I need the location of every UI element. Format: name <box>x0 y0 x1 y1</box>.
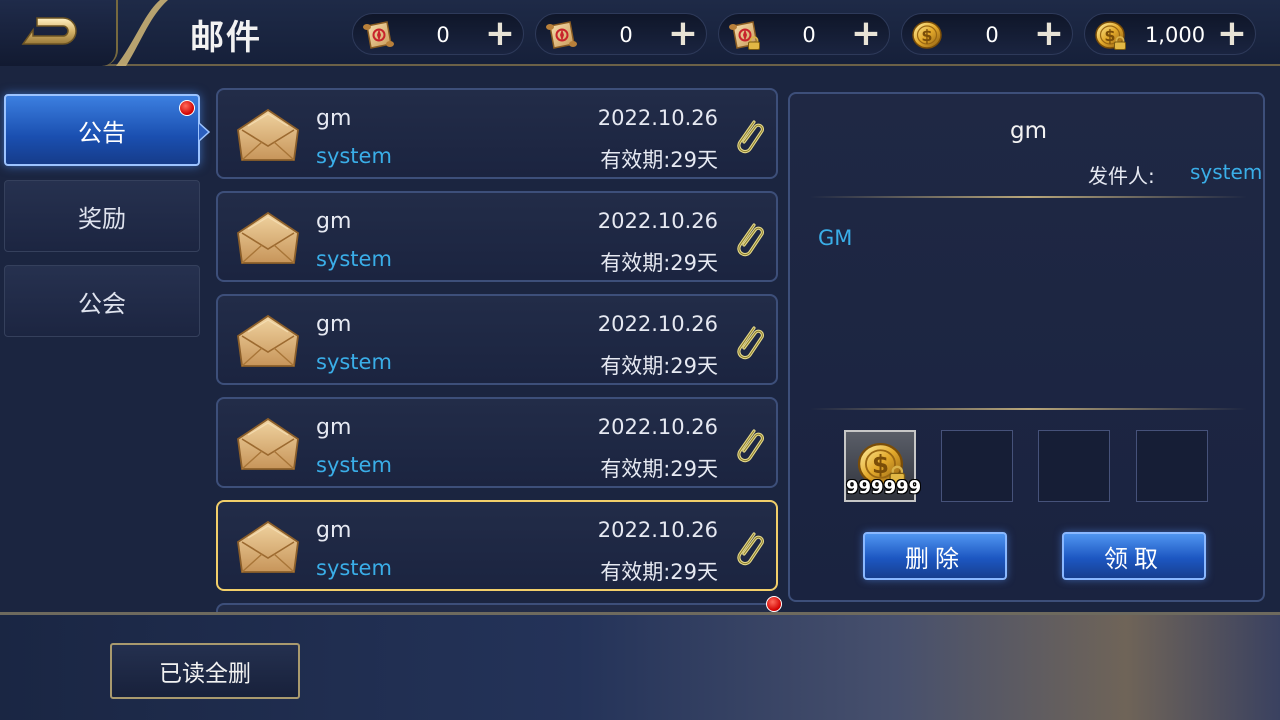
mail-date: 2022.10.26 <box>597 106 718 130</box>
scroll-icon <box>361 18 397 52</box>
mail-title: gm <box>316 312 352 337</box>
envelope-icon <box>234 104 302 166</box>
gold-coin-icon <box>910 18 946 52</box>
sender-value: system <box>1190 160 1263 184</box>
envelope-icon <box>234 516 302 578</box>
currency-value: 0 <box>985 23 999 47</box>
mail-expiry: 有效期:29天 <box>600 148 718 172</box>
currency-value: 1,000 <box>1144 23 1206 47</box>
locked-scroll-icon <box>727 18 763 50</box>
tab-pointer-icon <box>198 122 210 142</box>
currency-value: 0 <box>802 23 816 47</box>
mail-list[interactable]: gm system 2022.10.26 有效期:29天 gm system 2… <box>214 86 782 614</box>
mail-title: gm <box>316 415 352 440</box>
mail-item[interactable]: gm system 2022.10.26 有效期:29天 <box>216 88 778 179</box>
tab-guild[interactable]: 公会 <box>4 265 200 337</box>
sender-label: 发件人: <box>1088 164 1155 188</box>
attachment-clip-icon <box>730 320 768 362</box>
back-arrow-icon <box>21 17 77 45</box>
mail-date: 2022.10.26 <box>597 415 718 439</box>
envelope-icon <box>234 207 302 269</box>
currency-locked-scroll: 0 + <box>718 13 890 55</box>
mail-sender: system <box>316 144 392 168</box>
locked-gold-coin-icon <box>1093 18 1127 50</box>
attachment-slot-empty <box>1038 430 1110 502</box>
mail-expiry: 有效期:29天 <box>600 560 718 584</box>
detail-title: gm <box>1009 118 1047 144</box>
attachment-clip-icon <box>730 526 768 568</box>
envelope-icon <box>234 413 302 475</box>
add-currency-button[interactable]: + <box>483 16 517 52</box>
mail-item[interactable]: gm system 2022.10.26 有效期:29天 <box>216 397 778 488</box>
mail-expiry: 有效期:29天 <box>600 457 718 481</box>
attachment-clip-icon <box>730 217 768 259</box>
footer-bar: 已读全删 <box>0 612 1280 720</box>
mail-title: gm <box>316 209 352 234</box>
attachment-clip-icon <box>730 423 768 465</box>
tab-rewards[interactable]: 奖励 <box>4 180 200 252</box>
currency-scroll-2: 0 + <box>535 13 707 55</box>
delete-button-label: 删除 <box>905 544 965 573</box>
attachment-count: 999999 <box>846 477 922 498</box>
divider <box>810 408 1247 410</box>
add-currency-button[interactable]: + <box>1032 16 1066 52</box>
claim-button-label: 领取 <box>1104 544 1164 573</box>
attachment-slot-empty <box>941 430 1013 502</box>
mail-item[interactable]: gm system 2022.10.26 有效期:29天 <box>216 191 778 282</box>
mail-item-selected[interactable]: gm system 2022.10.26 有效期:29天 <box>216 500 778 591</box>
page-title: 邮件 <box>190 18 262 58</box>
divider <box>810 196 1247 198</box>
attachment-clip-icon <box>730 114 768 156</box>
currency-gold-coin: 0 + <box>901 13 1073 55</box>
mail-expiry: 有效期:29天 <box>600 251 718 275</box>
currency-locked-gold-coin: 1,000 + <box>1084 13 1256 55</box>
add-currency-button[interactable]: + <box>1215 16 1249 52</box>
mail-date: 2022.10.26 <box>597 312 718 336</box>
currency-value: 0 <box>436 23 450 47</box>
attachment-slot-empty <box>1136 430 1208 502</box>
scroll-icon <box>544 18 580 52</box>
header-ornament <box>116 0 168 66</box>
currency-value: 0 <box>619 23 633 47</box>
top-bar: 邮件 0 + 0 + 0 + 0 + 1,000 + <box>0 0 1280 66</box>
back-button[interactable] <box>0 0 118 66</box>
envelope-icon <box>234 310 302 372</box>
delete-all-read-button[interactable]: 已读全删 <box>110 643 300 699</box>
delete-button[interactable]: 删除 <box>863 532 1007 580</box>
mail-sender: system <box>316 247 392 271</box>
mail-item[interactable]: gm system 2022.10.26 有效期:29天 <box>216 294 778 385</box>
mail-detail-panel: gm 发件人: system GM 999999 删除 领取 <box>788 92 1265 602</box>
mail-title: gm <box>316 518 352 543</box>
tab-label: 公会 <box>78 289 126 318</box>
mail-sender: system <box>316 350 392 374</box>
mail-date: 2022.10.26 <box>597 518 718 542</box>
add-currency-button[interactable]: + <box>666 16 700 52</box>
currency-scroll-1: 0 + <box>352 13 524 55</box>
mail-sender: system <box>316 453 392 477</box>
mail-sender: system <box>316 556 392 580</box>
claim-button[interactable]: 领取 <box>1062 532 1206 580</box>
attachment-slot[interactable]: 999999 <box>844 430 922 502</box>
notification-dot <box>766 596 782 612</box>
mail-title: gm <box>316 106 352 131</box>
tab-label: 奖励 <box>78 204 126 233</box>
mail-date: 2022.10.26 <box>597 209 718 233</box>
delete-all-read-label: 已读全删 <box>159 661 251 687</box>
tab-label: 公告 <box>78 118 126 147</box>
notification-dot <box>179 100 195 116</box>
tab-announcement[interactable]: 公告 <box>4 94 200 166</box>
add-currency-button[interactable]: + <box>849 16 883 52</box>
mail-expiry: 有效期:29天 <box>600 354 718 378</box>
detail-body: GM <box>818 226 853 250</box>
